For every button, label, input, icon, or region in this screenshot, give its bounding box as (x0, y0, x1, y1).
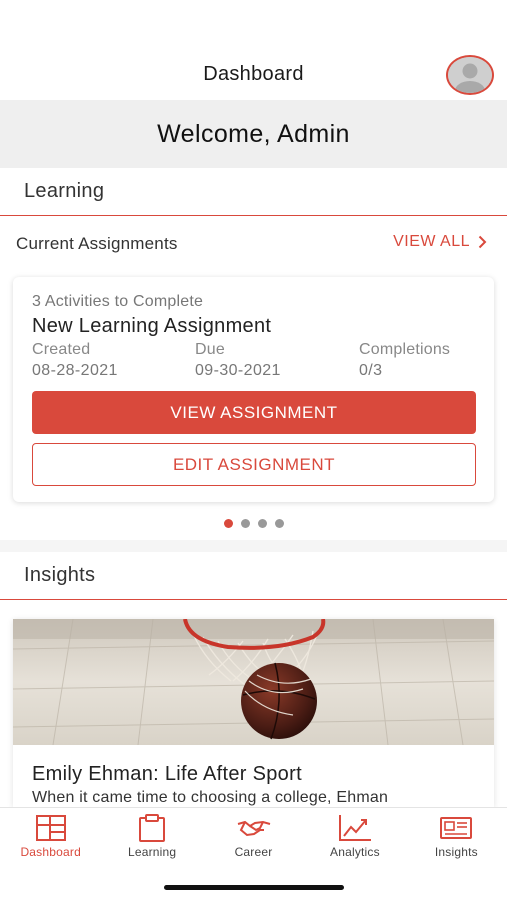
tab-label: Career (234, 845, 273, 859)
analytics-chart-icon (338, 815, 371, 841)
edit-assignment-button[interactable]: EDIT ASSIGNMENT (32, 443, 476, 486)
home-indicator[interactable] (164, 885, 344, 890)
view-all-link[interactable]: VIEW ALL (393, 233, 487, 251)
page-title: Dashboard (203, 62, 304, 85)
assignment-card[interactable]: 3 Activities to Complete New Learning As… (13, 277, 494, 502)
completions-column: Completions 0/3 (359, 341, 450, 380)
insights-section-header: Insights (0, 552, 507, 600)
user-avatar-icon[interactable] (446, 55, 494, 95)
completions-value: 0/3 (359, 362, 383, 379)
tab-dashboard[interactable]: Dashboard (0, 808, 101, 865)
pagination-dot[interactable] (257, 519, 267, 528)
created-date: 08-28-2021 (32, 362, 118, 379)
tab-label: Learning (127, 845, 177, 859)
top-nav-bar: Dashboard (0, 48, 507, 100)
clipboard-icon (139, 814, 166, 842)
view-assignment-button[interactable]: VIEW ASSIGNMENT (32, 391, 476, 434)
insight-snippet: When it came time to choosing a college,… (32, 789, 389, 806)
handshake-icon (237, 820, 270, 837)
welcome-banner: Welcome, Admin (0, 100, 507, 168)
pagination-dot[interactable] (274, 519, 284, 528)
insights-section-title: Insights (24, 564, 96, 586)
section-divider (0, 540, 507, 552)
chevron-right-icon (478, 235, 487, 249)
tab-insights[interactable]: Insights (406, 808, 507, 865)
created-column: Created 08-28-2021 (32, 341, 118, 380)
due-column: Due 09-30-2021 (195, 341, 281, 380)
current-assignments-label: Current Assignments (16, 234, 178, 253)
current-assignments-row: Current Assignments VIEW ALL (0, 218, 507, 270)
insight-article-card[interactable]: Emily Ehman: Life After Sport When it ca… (13, 619, 494, 807)
learning-section-title: Learning (24, 180, 105, 202)
tab-career[interactable]: Career (203, 808, 304, 865)
status-bar (0, 0, 507, 48)
tab-label: Analytics (330, 845, 380, 859)
completions-label: Completions (359, 341, 451, 358)
tab-label: Dashboard (20, 845, 81, 859)
avatar-silhouette-icon (448, 57, 492, 93)
tab-analytics[interactable]: Analytics (304, 808, 405, 865)
welcome-text: Welcome, Admin (157, 119, 350, 148)
created-label: Created (32, 341, 91, 358)
basketball-hoop-image (13, 619, 494, 745)
tab-label: Insights (434, 845, 478, 859)
learning-section-header: Learning (0, 168, 507, 216)
due-label: Due (195, 341, 225, 358)
bottom-tab-bar: Dashboard Learning Career Analytics Insi… (0, 807, 507, 865)
assignment-title: New Learning Assignment (32, 315, 272, 337)
activities-count: 3 Activities to Complete (32, 293, 204, 310)
due-date: 09-30-2021 (195, 362, 281, 379)
pagination-dot[interactable] (240, 519, 250, 528)
dashboard-icon (35, 815, 66, 841)
view-all-label: VIEW ALL (393, 233, 470, 250)
tab-learning[interactable]: Learning (101, 808, 202, 865)
carousel-pagination (0, 519, 507, 531)
pagination-dot-active[interactable] (223, 519, 233, 528)
insight-title: Emily Ehman: Life After Sport (32, 763, 302, 785)
newspaper-icon (440, 817, 473, 839)
